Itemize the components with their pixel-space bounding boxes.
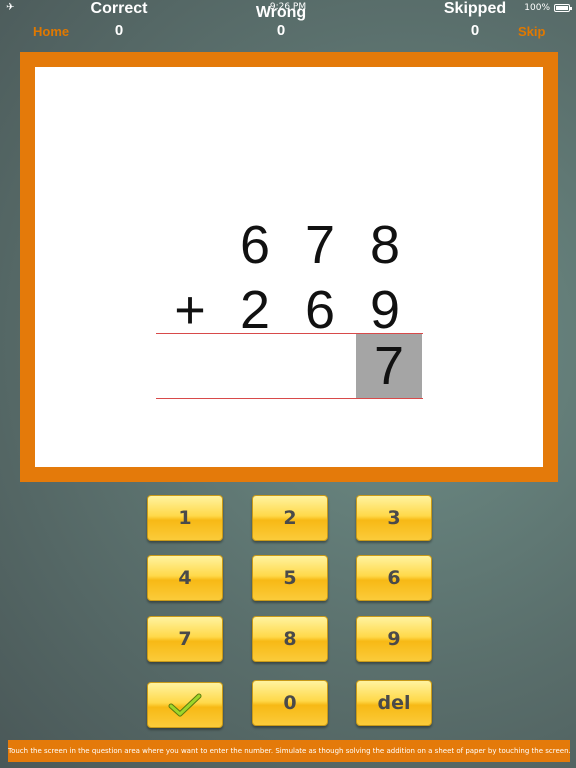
submit-check-button[interactable] — [147, 682, 223, 728]
bottom-digit-hundreds: 2 — [239, 280, 271, 340]
key-6[interactable]: 6 — [356, 555, 432, 601]
battery-icon — [554, 4, 572, 12]
question-area[interactable]: 6 7 8 + 2 6 9 7 — [35, 67, 543, 467]
skipped-count: 0 — [470, 22, 480, 39]
correct-count: 0 — [114, 22, 124, 39]
key-5[interactable]: 5 — [252, 555, 328, 601]
instruction-hint: Touch the screen in the question area wh… — [8, 740, 570, 762]
home-button[interactable]: Home — [33, 24, 69, 39]
wrong-label: Wrong — [255, 4, 307, 21]
answer-cell-ones[interactable]: 7 — [356, 334, 422, 398]
skip-button[interactable]: Skip — [518, 24, 545, 39]
top-digit-tens: 7 — [304, 215, 336, 275]
key-8[interactable]: 8 — [252, 616, 328, 662]
top-digit-hundreds: 6 — [239, 215, 271, 275]
top-digit-ones: 8 — [369, 215, 401, 275]
question-board: 6 7 8 + 2 6 9 7 — [20, 52, 558, 482]
delete-button[interactable]: del — [356, 680, 432, 726]
key-2[interactable]: 2 — [252, 495, 328, 541]
bottom-digit-tens: 6 — [304, 280, 336, 340]
key-4[interactable]: 4 — [147, 555, 223, 601]
checkmark-icon — [168, 693, 202, 717]
key-3[interactable]: 3 — [356, 495, 432, 541]
answer-cell-tens[interactable] — [290, 334, 356, 398]
wrong-count: 0 — [276, 22, 286, 39]
skipped-label: Skipped — [443, 0, 507, 17]
answer-bottom-rule — [156, 398, 423, 399]
key-1[interactable]: 1 — [147, 495, 223, 541]
key-7[interactable]: 7 — [147, 616, 223, 662]
plus-operator: + — [174, 280, 206, 340]
key-9[interactable]: 9 — [356, 616, 432, 662]
correct-label: Correct — [90, 0, 148, 17]
key-0[interactable]: 0 — [252, 680, 328, 726]
battery-percent: 100% — [524, 3, 550, 13]
answer-cell-hundreds[interactable] — [224, 334, 290, 398]
bottom-digit-ones: 9 — [369, 280, 401, 340]
